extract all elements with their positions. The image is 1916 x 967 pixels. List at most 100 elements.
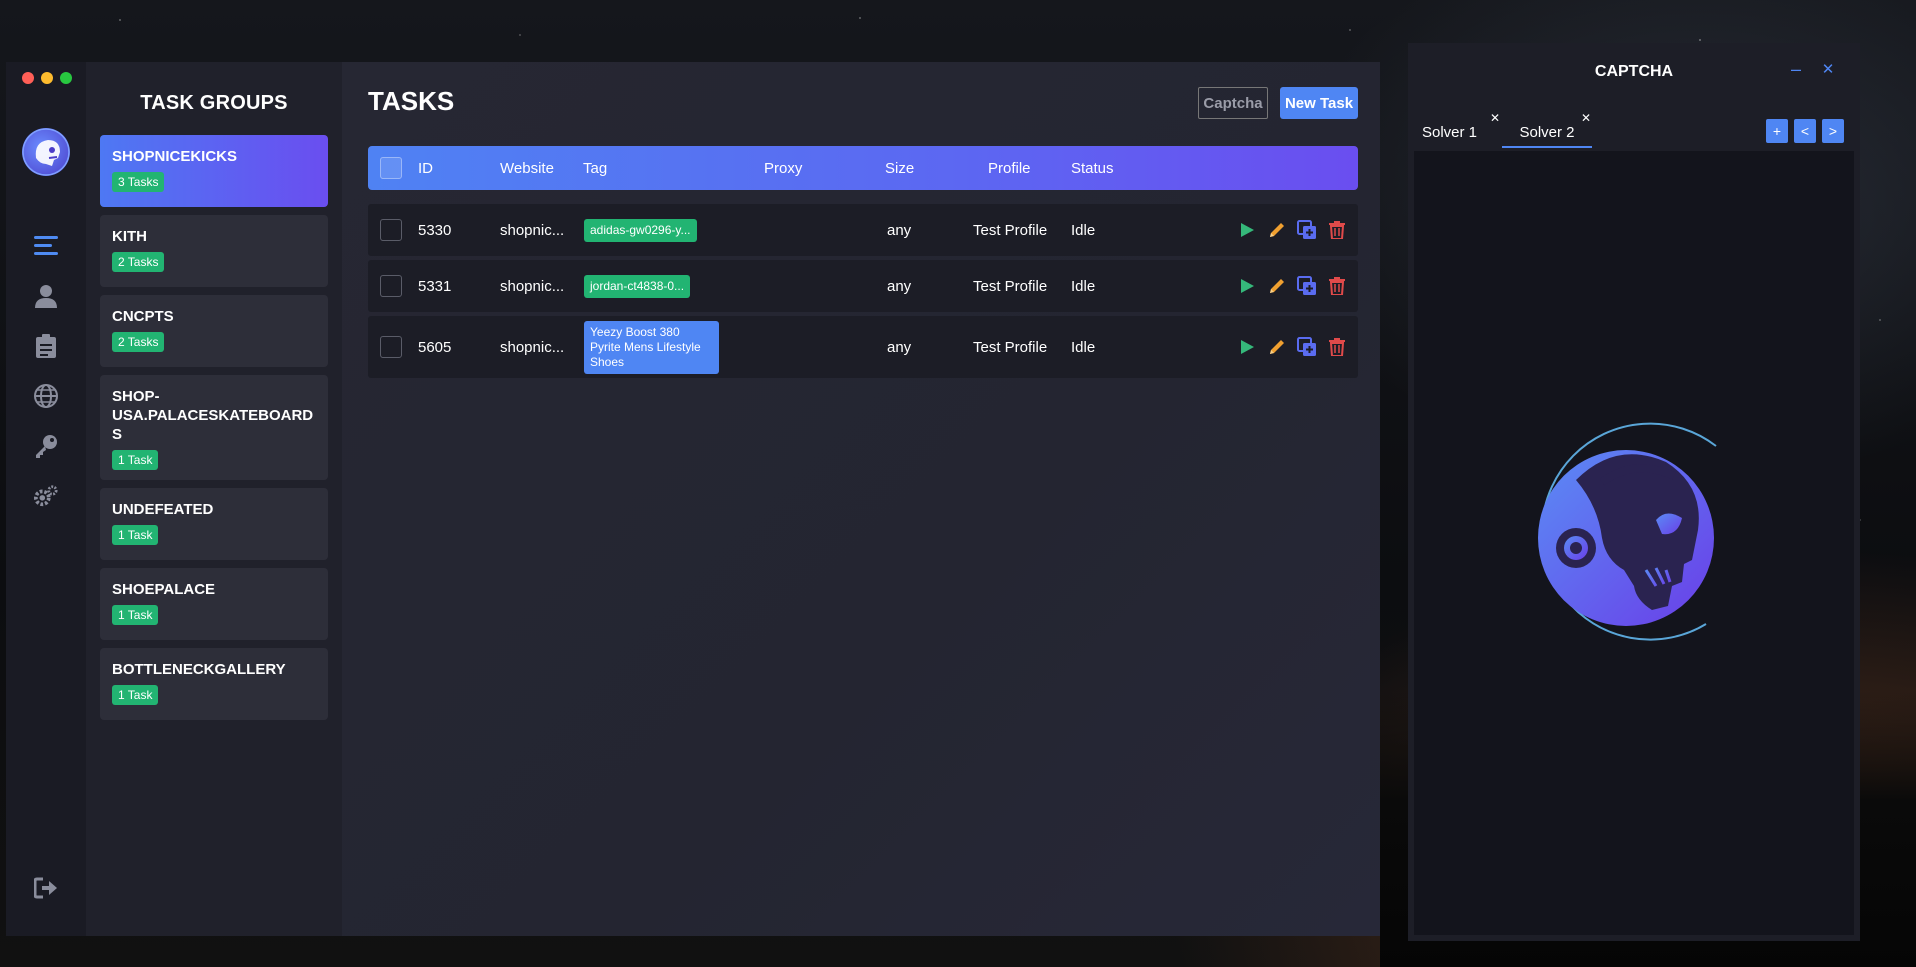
edit-icon[interactable] (1266, 219, 1288, 241)
task-count-badge: 1 Task (112, 525, 159, 545)
add-solver-button[interactable]: + (1766, 119, 1788, 143)
row-checkbox[interactable] (380, 336, 402, 358)
minimize-window-dot[interactable] (41, 72, 53, 84)
task-count-badge: 1 Task (112, 450, 159, 470)
tab-label: Solver 1 (1422, 123, 1478, 141)
task-profile: Test Profile (973, 277, 1048, 295)
play-icon[interactable] (1236, 275, 1258, 297)
task-group-name: UNDEFEATED (112, 501, 214, 518)
column-id[interactable]: ID (418, 146, 433, 190)
column-status[interactable]: Status (1071, 146, 1114, 190)
duplicate-icon[interactable] (1296, 219, 1318, 241)
task-count-badge: 1 Task (112, 685, 159, 705)
task-group-card[interactable]: UNDEFEATED 1 Task (100, 488, 328, 560)
row-checkbox[interactable] (380, 275, 402, 297)
column-size[interactable]: Size (885, 146, 914, 190)
close-icon[interactable]: ✕ (1818, 59, 1838, 79)
tab-solver-1[interactable]: Solver 1 (1422, 118, 1492, 146)
task-group-card[interactable]: SHOPNICEKICKS 3 Tasks (100, 135, 328, 207)
window-controls (22, 72, 72, 84)
task-group-card[interactable]: BOTTLENECKGALLERY 1 Task (100, 648, 328, 720)
settings-icon[interactable] (34, 484, 58, 508)
task-count-badge: 2 Tasks (112, 332, 165, 352)
tab-label: Solver 2 (1519, 123, 1575, 141)
captcha-window: CAPTCHA – ✕ Solver 1 ✕ Solver 2 ✕ + < > (1408, 43, 1860, 941)
minimize-icon[interactable]: – (1786, 59, 1806, 79)
task-profile: Test Profile (973, 338, 1048, 356)
task-group-name: SHOPNICEKICKS (112, 148, 238, 165)
column-proxy[interactable]: Proxy (764, 146, 802, 190)
select-all-checkbox[interactable] (380, 157, 402, 179)
logout-icon[interactable] (34, 876, 58, 900)
task-size: any (887, 277, 912, 295)
task-tag: jordan-ct4838-0... (584, 274, 691, 298)
table-row[interactable]: 5330 shopnic... adidas-gw0296-y... any T… (368, 204, 1358, 256)
row-checkbox[interactable] (380, 219, 402, 241)
task-group-name: SHOEPALACE (112, 581, 216, 598)
task-group-card[interactable]: KITH 2 Tasks (100, 215, 328, 287)
task-status: Idle (1071, 221, 1096, 239)
table-row[interactable]: 5331 shopnic... jordan-ct4838-0... any T… (368, 260, 1358, 312)
tasks-panel: TASKS Captcha New Task ID Website Tag Pr… (342, 62, 1380, 936)
duplicate-icon[interactable] (1296, 336, 1318, 358)
main-app-window: TASK GROUPS SHOPNICEKICKS 3 Tasks KITH 2… (6, 62, 1380, 936)
task-website: shopnic... (500, 277, 565, 295)
key-icon[interactable] (34, 434, 58, 458)
delete-icon[interactable] (1326, 219, 1348, 241)
task-website: shopnic... (500, 338, 565, 356)
next-solver-button[interactable]: > (1822, 119, 1844, 143)
column-website[interactable]: Website (500, 146, 554, 190)
table-row[interactable]: 5605 shopnic... Yeezy Boost 380 Pyrite M… (368, 316, 1358, 378)
task-status: Idle (1071, 338, 1096, 356)
globe-icon[interactable] (34, 384, 58, 408)
maximize-window-dot[interactable] (60, 72, 72, 84)
task-group-card[interactable]: SHOP-USA.PALACESKATEBOARDS 1 Task (100, 375, 328, 480)
close-tab-icon[interactable]: ✕ (1490, 111, 1500, 125)
new-task-button[interactable]: New Task (1280, 87, 1358, 119)
tab-solver-2[interactable]: Solver 2 (1502, 118, 1592, 148)
play-icon[interactable] (1236, 219, 1258, 241)
task-id: 5331 (418, 277, 452, 295)
close-tab-icon[interactable]: ✕ (1581, 111, 1591, 125)
task-group-name: KITH (112, 228, 147, 245)
play-icon[interactable] (1236, 336, 1258, 358)
skull-logo (1538, 422, 1717, 641)
app-logo (22, 128, 70, 176)
clipboard-icon[interactable] (34, 334, 58, 358)
row-actions (1236, 204, 1348, 256)
task-id: 5605 (418, 338, 452, 356)
task-count-badge: 1 Task (112, 605, 159, 625)
column-tag[interactable]: Tag (583, 146, 607, 190)
delete-icon[interactable] (1326, 336, 1348, 358)
tasks-icon[interactable] (34, 234, 58, 258)
task-count-badge: 2 Tasks (112, 252, 165, 272)
column-profile[interactable]: Profile (988, 146, 1031, 190)
task-website: shopnic... (500, 221, 565, 239)
task-group-name: CNCPTS (112, 308, 174, 325)
task-groups-title: TASK GROUPS (140, 92, 288, 114)
edit-icon[interactable] (1266, 336, 1288, 358)
delete-icon[interactable] (1326, 275, 1348, 297)
solver-view[interactable] (1414, 151, 1854, 935)
task-tag: adidas-gw0296-y... (584, 218, 697, 242)
task-tag: Yeezy Boost 380 Pyrite Mens Lifestyle Sh… (584, 320, 719, 374)
previous-solver-button[interactable]: < (1794, 119, 1816, 143)
sidebar-nav (6, 62, 86, 936)
edit-icon[interactable] (1266, 275, 1288, 297)
profile-icon[interactable] (34, 284, 58, 308)
task-groups-panel: TASK GROUPS SHOPNICEKICKS 3 Tasks KITH 2… (86, 62, 342, 936)
row-actions (1236, 260, 1348, 312)
task-id: 5330 (418, 221, 452, 239)
duplicate-icon[interactable] (1296, 275, 1318, 297)
task-size: any (887, 221, 912, 239)
task-count-badge: 3 Tasks (112, 172, 165, 192)
close-window-dot[interactable] (22, 72, 34, 84)
task-group-card[interactable]: CNCPTS 2 Tasks (100, 295, 328, 367)
task-profile: Test Profile (973, 221, 1048, 239)
task-status: Idle (1071, 277, 1096, 295)
tasks-table-header: ID Website Tag Proxy Size Profile Status (368, 146, 1358, 190)
captcha-button[interactable]: Captcha (1198, 87, 1268, 119)
task-group-card[interactable]: SHOEPALACE 1 Task (100, 568, 328, 640)
row-actions (1236, 316, 1348, 378)
tasks-title: TASKS (368, 86, 455, 116)
